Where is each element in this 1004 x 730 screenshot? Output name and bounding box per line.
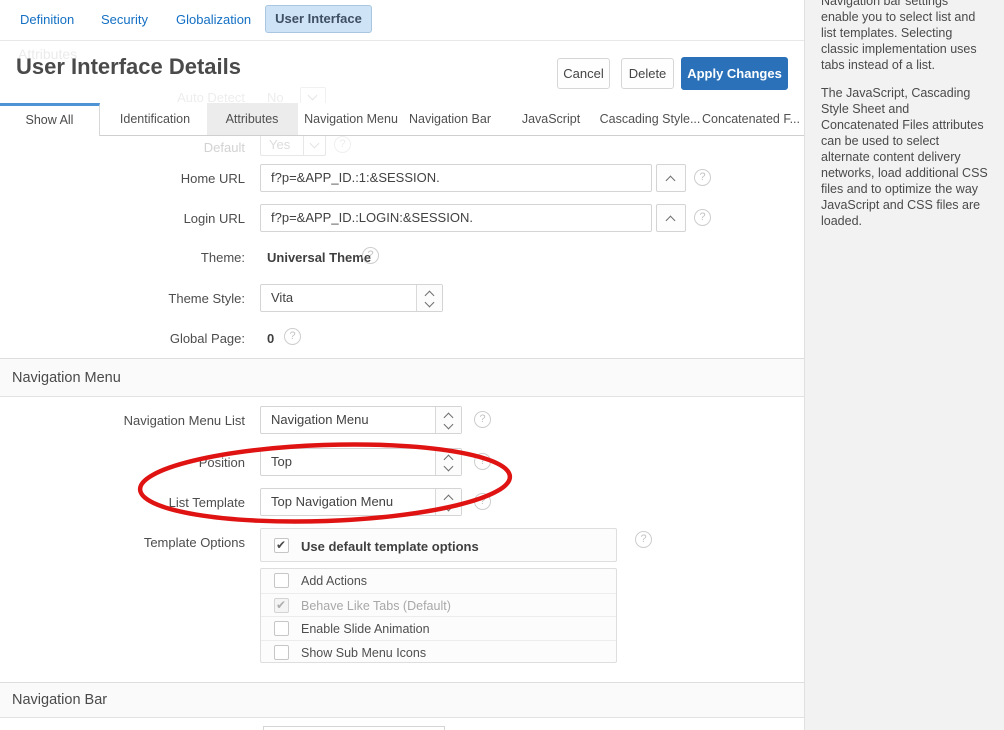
select-spinner-icon — [416, 285, 442, 311]
option-row[interactable]: Use default template options — [261, 529, 616, 563]
help-panel: Navigation bar settings enable you to se… — [804, 0, 1004, 730]
option-row[interactable]: Enable Slide Animation — [261, 616, 616, 640]
user-interface-details-page: Definition Security Globalization User I… — [0, 0, 1004, 730]
chevron-up-icon — [666, 216, 676, 226]
list-template-label: List Template — [0, 495, 245, 510]
global-page-value: 0 — [267, 331, 274, 346]
tab-cascading-style[interactable]: Cascading Style... — [600, 103, 701, 135]
home-url-label: Home URL — [0, 171, 245, 186]
tab-security[interactable]: Security — [101, 12, 148, 27]
template-options-list: Add Actions Behave Like Tabs (Default) E… — [260, 568, 617, 663]
option-row[interactable]: Behave Like Tabs (Default) — [261, 593, 616, 617]
login-url-input[interactable]: f?p=&APP_ID.:LOGIN:&SESSION. — [260, 204, 652, 232]
tab-definition[interactable]: Definition — [20, 12, 74, 27]
checkbox-icon — [274, 598, 289, 613]
template-options-label: Template Options — [0, 535, 245, 550]
tab-concatenated[interactable]: Concatenated F... — [702, 103, 800, 135]
tab-javascript[interactable]: JavaScript — [522, 103, 580, 135]
global-page-label: Global Page: — [0, 331, 245, 346]
navigation-menu-list-label: Navigation Menu List — [0, 413, 245, 428]
default-field-label: Default — [0, 140, 245, 155]
home-url-input[interactable]: f?p=&APP_ID.:1:&SESSION. — [260, 164, 652, 192]
navigation-bar-section-header: Navigation Bar — [0, 682, 804, 718]
list-template-select[interactable]: Top Navigation Menu — [260, 488, 462, 516]
help-icon[interactable]: ? — [474, 411, 491, 428]
option-row[interactable]: Show Sub Menu Icons — [261, 640, 616, 664]
theme-label: Theme: — [0, 250, 245, 265]
default-select[interactable]: Yes — [260, 133, 326, 156]
default-template-options-box: Use default template options — [260, 528, 617, 562]
checkbox-icon[interactable] — [274, 573, 289, 588]
checkbox-icon[interactable] — [274, 621, 289, 636]
select-spinner-icon — [435, 449, 461, 475]
theme-style-select[interactable]: Vita — [260, 284, 443, 312]
select-spinner-icon — [435, 489, 461, 515]
select-spinner-icon — [435, 407, 461, 433]
position-select[interactable]: Top — [260, 448, 462, 476]
help-icon[interactable]: ? — [635, 531, 652, 548]
help-icon[interactable]: ? — [362, 247, 379, 264]
tab-navigation-bar[interactable]: Navigation Bar — [409, 103, 491, 135]
navigation-menu-list-select[interactable]: Navigation Menu — [260, 406, 462, 434]
home-url-expand-button[interactable] — [656, 164, 686, 192]
help-icon[interactable]: ? — [694, 209, 711, 226]
help-text-1: Navigation bar settings enable you to se… — [821, 0, 988, 73]
theme-value: Universal Theme — [267, 250, 371, 265]
help-icon[interactable]: ? — [474, 493, 491, 510]
apply-changes-button[interactable]: Apply Changes — [681, 57, 788, 90]
navigation-menu-section-header: Navigation Menu — [0, 358, 804, 397]
checkbox-icon[interactable] — [274, 538, 289, 553]
help-icon[interactable]: ? — [694, 169, 711, 186]
delete-button[interactable]: Delete — [621, 58, 674, 89]
region-tab-bar: Show All Identification Attributes Navig… — [0, 103, 804, 136]
login-url-expand-button[interactable] — [656, 204, 686, 232]
login-url-label: Login URL — [0, 211, 245, 226]
tab-attributes[interactable]: Attributes — [226, 103, 279, 135]
tab-navigation-menu[interactable]: Navigation Menu — [304, 103, 398, 135]
tab-user-interface-active[interactable]: User Interface — [265, 5, 372, 33]
help-icon[interactable]: ? — [334, 136, 351, 153]
section-title: Navigation Menu — [0, 359, 804, 397]
page-title: User Interface Details — [16, 54, 241, 80]
cancel-button[interactable]: Cancel — [557, 58, 610, 89]
option-row[interactable]: Add Actions — [261, 569, 616, 593]
help-icon[interactable]: ? — [474, 453, 491, 470]
theme-style-label: Theme Style: — [0, 291, 245, 306]
next-field-partial — [263, 726, 445, 730]
help-icon[interactable]: ? — [284, 328, 301, 345]
tab-show-all[interactable]: Show All — [0, 103, 100, 136]
header-divider — [0, 40, 804, 41]
tab-identification[interactable]: Identification — [120, 103, 190, 135]
help-text-2: The JavaScript, Cascading Style Sheet an… — [821, 85, 988, 229]
section-title: Navigation Bar — [0, 683, 804, 718]
position-label: Position — [0, 455, 245, 470]
chevron-down-icon — [303, 134, 325, 155]
tab-globalization[interactable]: Globalization — [176, 12, 251, 27]
checkbox-icon[interactable] — [274, 645, 289, 660]
chevron-up-icon — [666, 176, 676, 186]
